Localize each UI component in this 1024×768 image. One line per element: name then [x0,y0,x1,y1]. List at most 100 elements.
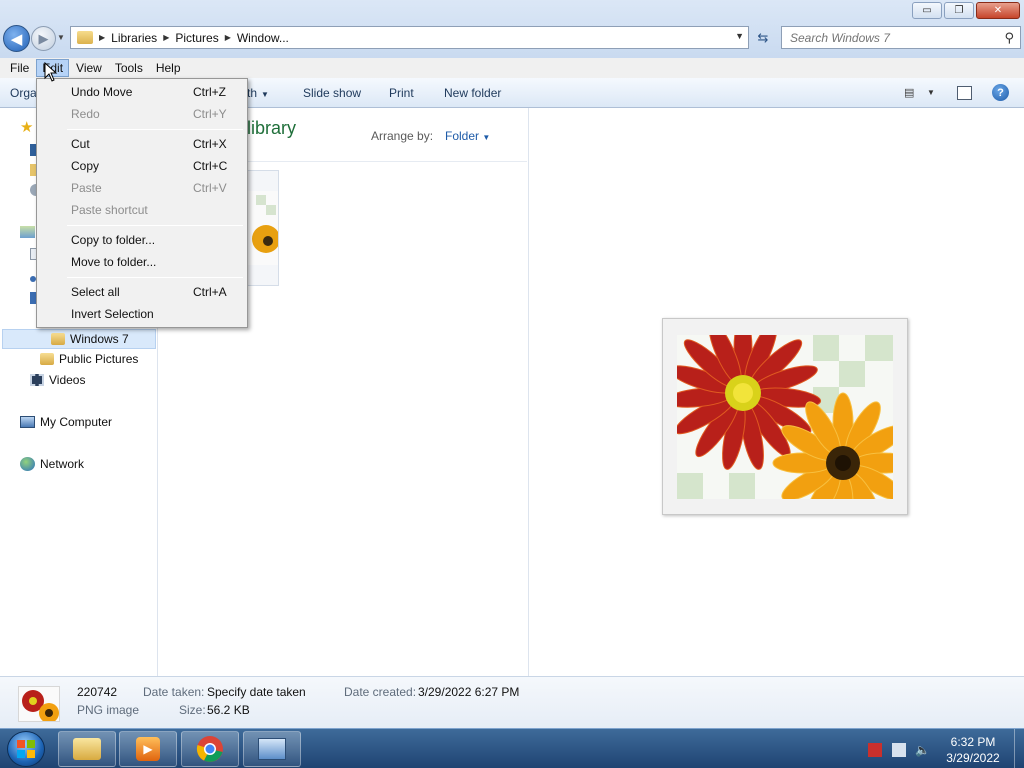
network-icon [20,457,35,471]
file-name: 220742 [77,685,118,699]
undo-shortcut: Ctrl+Z [193,85,226,99]
search-box[interactable]: ⚲ [781,26,1021,49]
menu-item-undo-move[interactable]: Undo Move Ctrl+Z [39,81,245,103]
window-controls: ▭ ❐ ✕ [912,2,1020,19]
control-panel-icon [258,738,286,760]
nav-item-videos[interactable]: Videos [30,373,85,387]
menu-separator [67,129,243,130]
favorites-star-icon[interactable]: ★ [20,118,33,136]
divider [247,161,527,162]
back-button[interactable]: ◀ [3,25,30,52]
start-button[interactable] [7,731,45,767]
mouse-cursor-icon [44,62,58,82]
taskbar-control-panel[interactable] [243,731,301,767]
file-thumbnail[interactable] [247,170,280,286]
print-button[interactable]: Print [389,86,414,100]
new-folder-button[interactable]: New folder [444,86,501,100]
help-icon[interactable]: ? [992,84,1009,101]
change-view-icon[interactable]: ▤ [904,86,914,99]
library-title: library [247,118,297,138]
action-center-icon[interactable] [868,743,882,757]
chevron-down-icon: ▼ [261,90,269,99]
menu-view[interactable]: View [70,59,108,77]
arrange-by-dropdown[interactable]: Folder ▼ [445,129,490,143]
arrange-by-label: Arrange by: [371,129,434,143]
view-options-dropdown-icon[interactable]: ▼ [927,88,935,97]
recent-pages-dropdown-icon[interactable]: ▼ [57,33,65,42]
taskbar: ▶ 🔈 6:32 PM 3/29/2022 [0,728,1024,768]
menu-separator [67,277,243,278]
flower-preview-image [677,335,893,499]
menu-tools[interactable]: Tools [109,59,149,77]
close-button[interactable]: ✕ [976,2,1020,19]
network-tray-icon[interactable] [892,743,906,757]
nav-item-public-pictures[interactable]: Public Pictures [40,352,138,366]
refresh-button[interactable]: ⇆ [751,26,775,49]
size-value: 56.2 KB [207,703,250,717]
nav-item-my-computer-label: My Computer [40,415,113,429]
arrange-by-value: Folder [445,129,480,143]
address-bar[interactable]: ▶ Libraries ▶ Pictures ▶ Window... ▼ [70,26,749,49]
taskbar-chrome[interactable] [181,731,239,767]
menu-item-paste-shortcut[interactable]: Paste shortcut [39,199,245,221]
address-dropdown-icon[interactable]: ▼ [735,31,744,41]
preview-pane-toggle-icon[interactable] [957,86,972,100]
file-type: PNG image [77,703,140,717]
nav-item-windows7[interactable]: Windows 7 [2,329,156,349]
redo-shortcut: Ctrl+Y [193,107,227,121]
invert-selection-label: Invert Selection [71,307,154,321]
copy-shortcut: Ctrl+C [193,159,228,173]
show-desktop-button[interactable] [1014,729,1024,768]
nav-item-public-pictures-label: Public Pictures [59,352,139,366]
chevron-right-icon[interactable]: ▶ [163,33,169,42]
chevron-down-icon: ▼ [482,133,491,142]
nav-item-my-computer[interactable]: My Computer [20,415,112,429]
breadcrumb-windows7[interactable]: Window... [237,31,289,45]
date-created-label: Date created: [344,685,417,699]
libraries-icon[interactable] [20,226,35,238]
cut-shortcut: Ctrl+X [193,137,227,151]
slideshow-button[interactable]: Slide show [303,86,361,100]
nav-item-network[interactable]: Network [20,457,84,471]
videos-icon [30,374,44,386]
taskbar-media-player[interactable]: ▶ [119,731,177,767]
share-with-button[interactable]: th ▼ [247,86,269,100]
forward-button[interactable]: ▶ [31,26,56,51]
menu-file[interactable]: File [4,59,35,77]
back-arrow-icon: ◀ [10,30,23,48]
share-with-label: th [247,86,258,100]
folder-icon [73,738,101,760]
volume-icon[interactable]: 🔈 [915,743,930,757]
magnifier-icon[interactable]: ⚲ [1004,30,1014,46]
menu-item-select-all[interactable]: Select all Ctrl+A [39,281,245,303]
undo-move-label: Undo Move [71,85,133,99]
menu-item-invert-selection[interactable]: Invert Selection [39,303,245,325]
chrome-icon [196,736,223,762]
nav-item-network-label: Network [40,457,85,471]
date-taken-value[interactable]: Specify date taken [207,685,306,699]
menu-help[interactable]: Help [150,59,187,77]
breadcrumb-pictures[interactable]: Pictures [175,31,218,45]
clock[interactable]: 6:32 PM 3/29/2022 [938,734,1008,766]
taskbar-explorer[interactable] [58,731,116,767]
menu-item-copy[interactable]: Copy Ctrl+C [39,155,245,177]
organize-button[interactable]: Orga [10,86,37,100]
cut-label: Cut [71,137,90,151]
select-all-shortcut: Ctrl+A [193,285,227,299]
copy-to-folder-label: Copy to folder... [71,233,156,247]
minimize-button[interactable]: ▭ [912,2,942,19]
menu-item-paste[interactable]: Paste Ctrl+V [39,177,245,199]
select-all-label: Select all [71,285,120,299]
menu-item-copy-to-folder[interactable]: Copy to folder... [39,229,245,251]
menu-item-cut[interactable]: Cut Ctrl+X [39,133,245,155]
chevron-right-icon[interactable]: ▶ [99,33,105,42]
edit-menu-dropdown: Undo Move Ctrl+Z Redo Ctrl+Y Cut Ctrl+X … [36,78,248,328]
menu-item-move-to-folder[interactable]: Move to folder... [39,251,245,273]
title-bar: ▭ ❐ ✕ ◀ ▶ ▼ ▶ Libraries ▶ Pictures ▶ Win… [0,0,1024,58]
menu-item-redo[interactable]: Redo Ctrl+Y [39,103,245,125]
maximize-button[interactable]: ❐ [944,2,974,19]
search-input[interactable] [790,30,990,45]
chevron-right-icon[interactable]: ▶ [225,33,231,42]
breadcrumb-libraries[interactable]: Libraries [111,31,157,45]
flower-thumbnail-icon [248,191,280,265]
